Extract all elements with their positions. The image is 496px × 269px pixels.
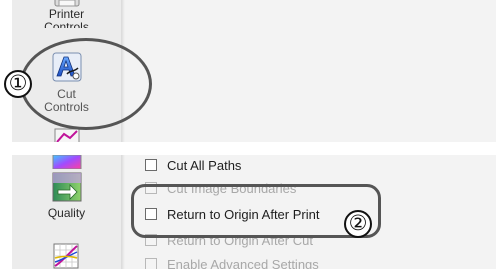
- sidebar-item-label: Controls: [44, 21, 89, 28]
- gradient-icon: [52, 155, 81, 169]
- sidebar-item-color-graph[interactable]: [12, 242, 121, 269]
- checkbox[interactable]: [145, 159, 157, 171]
- sidebar-item-partial[interactable]: [12, 155, 121, 169]
- callout-number-2: ②: [344, 210, 372, 238]
- option-label: Cut All Paths: [167, 157, 242, 173]
- graph-icon: [54, 128, 79, 142]
- sidebar-item-partial[interactable]: [12, 128, 121, 142]
- top-screenshot-panel: Printer Controls Cut Controls ①: [0, 0, 496, 142]
- checkbox[interactable]: [145, 258, 157, 269]
- sidebar-item-label: Printer: [48, 7, 85, 21]
- color-graph-icon: [53, 243, 78, 269]
- callout-ring-2: [131, 184, 381, 238]
- bottom-screenshot-panel: Quality Cut All Paths Cut Image Boundari…: [0, 155, 496, 269]
- sidebar-item-label: Quality: [47, 206, 86, 220]
- option-label: Enable Advanced Settings: [167, 256, 319, 269]
- sidebar-item-quality[interactable]: Quality: [12, 172, 121, 220]
- quality-icon: [52, 172, 81, 202]
- option-cut-all-paths[interactable]: Cut All Paths: [145, 156, 241, 174]
- sidebar-item-printer-controls[interactable]: Printer Controls: [12, 0, 121, 28]
- callout-ring-1: [20, 38, 152, 130]
- callout-number-1: ①: [4, 70, 32, 98]
- settings-content-area: [125, 0, 496, 142]
- option-enable-advanced-settings[interactable]: Enable Advanced Settings: [145, 255, 319, 269]
